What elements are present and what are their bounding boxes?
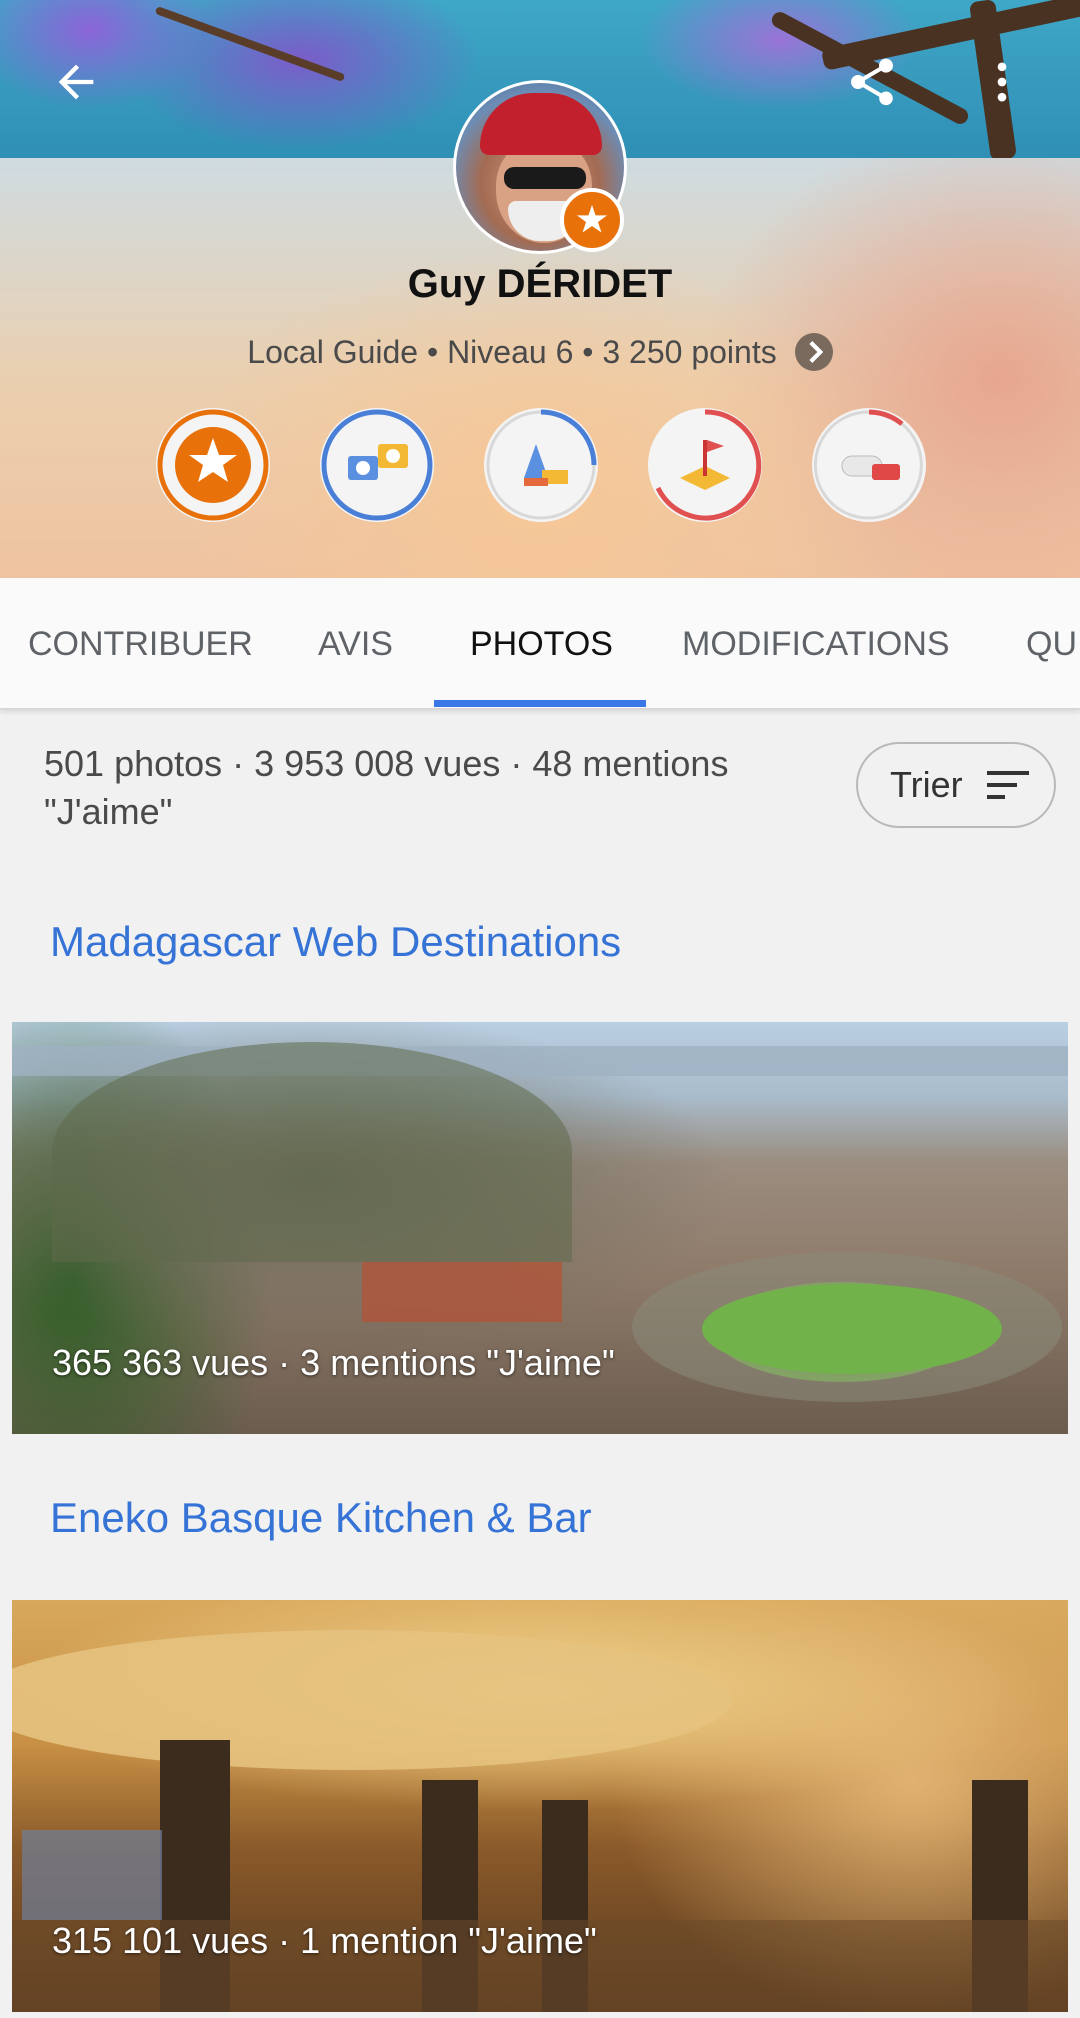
photo-stats: 501 photos · 3 953 008 vues · 48 mention… [44,743,729,832]
photo-caption: 315 101 vues · 1 mention "J'aime" [52,1920,597,1961]
flag-badge-icon [655,409,762,521]
camera-badge-icon [321,409,433,521]
star-icon [577,205,607,233]
chevron-right-icon [794,332,833,371]
more-options-button[interactable] [962,42,1042,122]
tab-photos[interactable]: PHOTOS [470,578,613,710]
more-vert-icon [997,62,1007,102]
level-line[interactable]: Local Guide • Niveau 6 • 3 250 points [0,332,1080,374]
profile-name: Guy DÉRIDET [407,262,673,306]
tab-bar: CONTRIBUER AVIS PHOTOS MODIFICATIONS QU [0,578,1080,710]
tab-modifications[interactable]: MODIFICATIONS [682,578,950,710]
back-button[interactable] [36,42,116,122]
arrow-left-icon [58,64,94,100]
sort-label: Trier [890,764,963,805]
roll-badge-icon [813,409,923,520]
local-guide-star-badge[interactable] [156,408,270,522]
place-title[interactable]: Eneko Basque Kitchen & Bar [50,1494,592,1542]
place-photo[interactable]: 365 363 vues · 3 mentions "J'aime" [12,1022,1068,1434]
sort-button[interactable]: Trier [856,742,1056,828]
share-button[interactable] [832,42,912,122]
place-photo[interactable]: 315 101 vues · 1 mention "J'aime" [12,1600,1068,2012]
tab-questions[interactable]: QU [1026,578,1077,710]
sort-icon [986,771,1029,799]
photographer-badge[interactable] [320,408,434,522]
fact-checker-badge[interactable] [812,408,926,522]
pencil-badge-icon [486,409,597,520]
tab-contribuer[interactable]: CONTRIBUER [28,578,253,710]
star-badge-icon [157,409,269,521]
reviewer-badge[interactable] [484,408,598,522]
photo-caption: 365 363 vues · 3 mentions "J'aime" [52,1342,615,1383]
active-tab-indicator [434,700,646,707]
place-title[interactable]: Madagascar Web Destinations [50,918,621,966]
places-added-badge[interactable] [648,408,762,522]
share-icon [851,58,893,106]
tab-avis[interactable]: AVIS [318,578,393,710]
level-text: Local Guide • Niveau 6 • 3 250 points [247,334,777,370]
local-guide-avatar-badge [560,188,624,252]
